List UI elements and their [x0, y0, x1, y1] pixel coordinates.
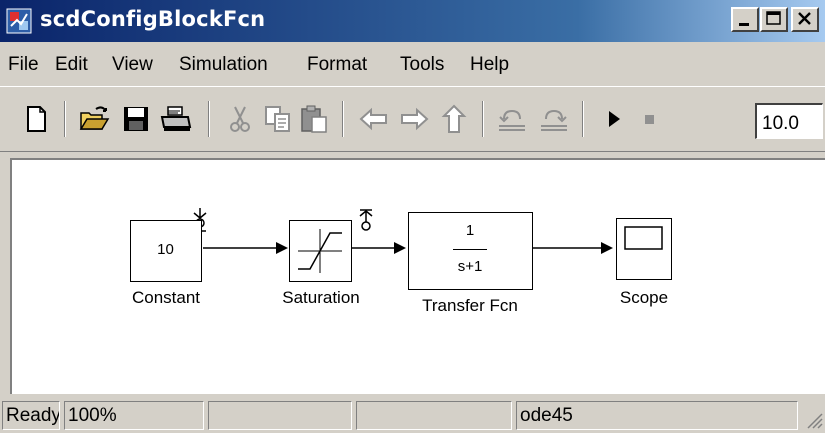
- signal-marker-output-icon: [359, 209, 373, 231]
- stop-icon[interactable]: [633, 103, 665, 135]
- menu-simulation[interactable]: Simulation: [179, 54, 268, 76]
- resize-grip-icon[interactable]: [804, 410, 824, 430]
- simulink-model-icon: [6, 8, 32, 34]
- new-icon[interactable]: [20, 103, 52, 135]
- play-icon[interactable]: [598, 103, 630, 135]
- constant-label: Constant: [131, 288, 201, 307]
- transfer-fcn-block[interactable]: 1 s+1: [408, 212, 533, 290]
- redo-icon[interactable]: [538, 103, 570, 135]
- menu-tools[interactable]: Tools: [400, 54, 444, 76]
- undo-icon[interactable]: [496, 103, 528, 135]
- menu-view[interactable]: View: [112, 54, 153, 76]
- stop-time-input[interactable]: [755, 103, 823, 139]
- cut-icon[interactable]: [224, 103, 256, 135]
- open-icon[interactable]: [78, 103, 110, 135]
- maximize-icon: [766, 11, 781, 25]
- saturation-label: Saturation: [282, 288, 360, 307]
- minimize-button[interactable]: [731, 7, 759, 32]
- back-arrow-icon[interactable]: [358, 103, 390, 135]
- save-icon[interactable]: [120, 103, 152, 135]
- menu-format[interactable]: Format: [307, 54, 367, 76]
- up-arrow-icon[interactable]: [438, 103, 470, 135]
- saturation-block[interactable]: [289, 220, 352, 282]
- transfer-fcn-denominator: s+1: [457, 258, 483, 275]
- status-empty-2: [356, 401, 512, 430]
- scope-label: Scope: [619, 288, 669, 307]
- minimize-icon: [739, 23, 749, 26]
- toolbar-separator: [64, 101, 66, 137]
- status-bar: Ready 100% ode45: [0, 398, 825, 433]
- menu-bar: File Edit View Simulation Format Tools H…: [0, 46, 825, 80]
- maximize-button[interactable]: [760, 7, 788, 32]
- menu-file[interactable]: File: [8, 54, 39, 76]
- toolbar-separator: [482, 101, 484, 137]
- status-ready: Ready: [2, 401, 60, 430]
- close-button[interactable]: [791, 7, 819, 32]
- toolbar-separator: [342, 101, 344, 137]
- title-bar[interactable]: scdConfigBlockFcn: [0, 0, 825, 42]
- window-title: scdConfigBlockFcn: [40, 7, 266, 31]
- forward-arrow-icon[interactable]: [398, 103, 430, 135]
- model-canvas[interactable]: 10 Constant Saturation 1 s+1 Transfer Fc…: [10, 158, 825, 394]
- transfer-fcn-numerator: 1: [465, 222, 475, 239]
- scope-block[interactable]: [616, 218, 672, 280]
- close-icon: [798, 12, 811, 25]
- toolbar-separator: [208, 101, 210, 137]
- copy-icon[interactable]: [262, 103, 294, 135]
- transfer-fcn-label: Transfer Fcn: [422, 296, 518, 315]
- scope-icon: [624, 226, 663, 250]
- status-empty-1: [208, 401, 352, 430]
- menu-edit[interactable]: Edit: [55, 54, 88, 76]
- toolbar: [0, 86, 825, 152]
- constant-block[interactable]: 10: [130, 220, 202, 282]
- menu-help[interactable]: Help: [470, 54, 509, 76]
- status-zoom: 100%: [64, 401, 204, 430]
- paste-icon[interactable]: [298, 103, 330, 135]
- saturation-icon: [298, 229, 342, 273]
- fraction-bar: [453, 249, 487, 250]
- toolbar-separator: [582, 101, 584, 137]
- print-icon[interactable]: [160, 103, 192, 135]
- constant-value: 10: [157, 241, 174, 258]
- status-solver: ode45: [516, 401, 798, 430]
